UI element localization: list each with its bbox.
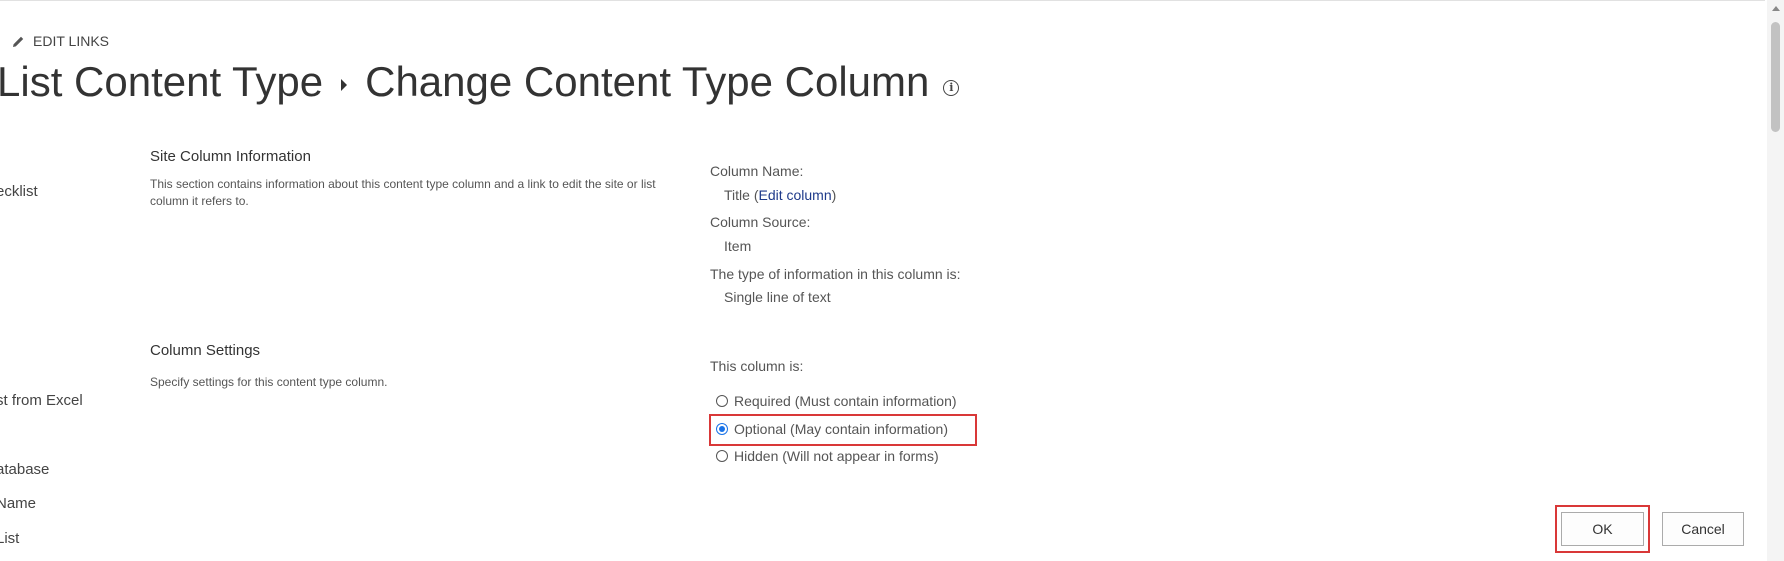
info-icon[interactable]: i [943, 80, 960, 96]
breadcrumb-current-page: Change Content Type Column [365, 58, 930, 105]
scroll-up-arrow-icon[interactable] [1772, 6, 1780, 11]
pencil-icon [13, 36, 24, 47]
site-column-section-description: This section contains information about … [150, 177, 656, 208]
column-name-value: Title (Edit column) [724, 187, 836, 203]
column-status-prompt: This column is: [710, 358, 804, 374]
ok-button[interactable]: OK [1561, 512, 1644, 546]
column-name-label: Column Name: [710, 163, 804, 179]
radio-optional-input[interactable] [716, 423, 728, 435]
column-type-value: Single line of text [724, 289, 831, 305]
column-source-label: Column Source: [710, 214, 811, 230]
radio-optional[interactable]: Optional (May contain information) [716, 421, 948, 437]
page-title: List Content Type Change Content Type Co… [0, 58, 960, 106]
radio-hidden-input[interactable] [716, 450, 728, 462]
radio-required-label: Required (Must contain information) [734, 393, 957, 409]
nav-item-list[interactable]: List [0, 530, 19, 547]
column-name-close-paren: ) [831, 187, 837, 203]
edit-column-link[interactable]: Edit column [758, 187, 831, 203]
breadcrumb-list-content-type[interactable]: List Content Type [0, 58, 323, 106]
column-source-value: Item [724, 238, 752, 254]
nav-item-list-from-excel[interactable]: st from Excel [0, 392, 83, 409]
scrollbar-thumb[interactable] [1771, 22, 1780, 132]
breadcrumb-arrow-icon [341, 79, 348, 91]
edit-links-button[interactable]: EDIT LINKS [12, 33, 109, 49]
cancel-button[interactable]: Cancel [1662, 512, 1744, 546]
nav-item-name[interactable]: Name [0, 495, 36, 512]
column-type-label: The type of information in this column i… [710, 266, 961, 282]
radio-required-input[interactable] [716, 395, 728, 407]
nav-item-database[interactable]: atabase [0, 461, 49, 478]
nav-item-checklist[interactable]: ecklist [0, 183, 38, 200]
top-divider [0, 0, 1765, 1]
site-column-section-title: Site Column Information [150, 148, 311, 165]
edit-links-label: EDIT LINKS [33, 33, 109, 49]
radio-hidden[interactable]: Hidden (Will not appear in forms) [716, 448, 939, 464]
vertical-scrollbar[interactable] [1767, 0, 1784, 561]
radio-optional-label: Optional (May contain information) [734, 421, 948, 437]
column-settings-section-description: Specify settings for this content type c… [150, 375, 388, 389]
radio-hidden-label: Hidden (Will not appear in forms) [734, 448, 939, 464]
radio-required[interactable]: Required (Must contain information) [716, 393, 957, 409]
column-name-text: Title ( [724, 187, 759, 203]
column-settings-section-title: Column Settings [150, 342, 261, 359]
